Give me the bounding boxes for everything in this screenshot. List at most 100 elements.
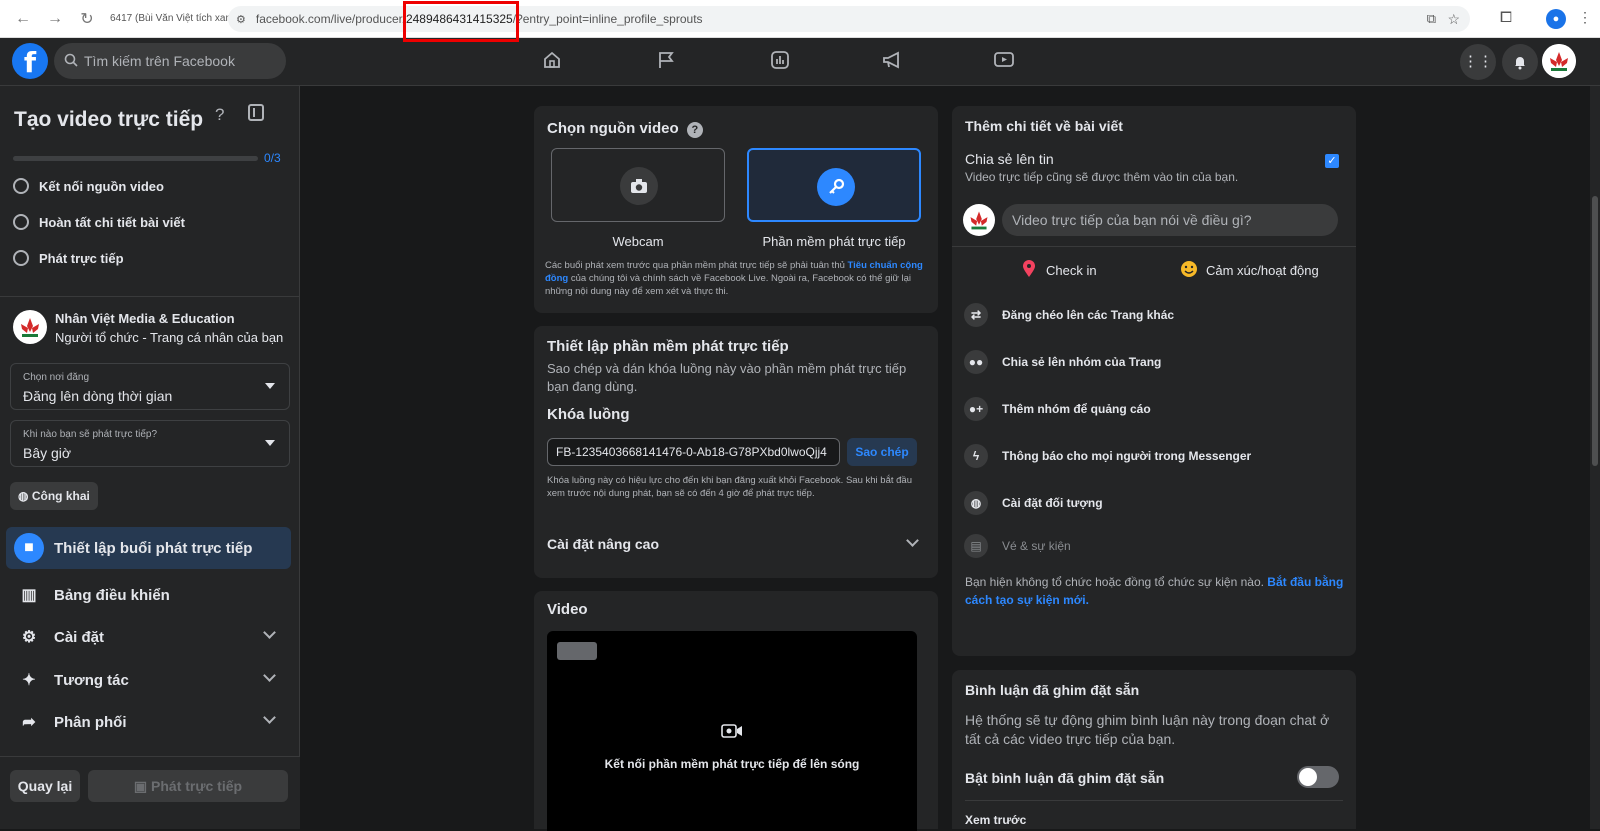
caret-down-icon	[265, 383, 275, 389]
menu-dashboard[interactable]: ▥ Bảng điều khiển	[0, 574, 290, 616]
step-radio-icon	[13, 178, 29, 194]
video-preview: Kết nối phần mềm phát trực tiếp để lên s…	[547, 631, 917, 831]
browser-toolbar: ← → ↻ 6417 (Bùi Văn Việt tích xanh) ⚙ fa…	[0, 0, 1600, 38]
select-label: Chọn nơi đăng	[23, 372, 90, 383]
share-story-checkbox[interactable]: ✓	[1325, 154, 1339, 168]
sparkle-icon: ✦	[22, 672, 36, 689]
divider	[965, 800, 1343, 801]
toggle-knob	[1299, 768, 1317, 786]
stream-setup-card: Thiết lập phần mềm phát trực tiếp Sao ch…	[534, 326, 938, 578]
camera-icon	[620, 167, 658, 205]
share-arrow-icon: ➦	[22, 714, 36, 731]
back-arrow-icon[interactable]: ←	[14, 10, 32, 28]
location-pin-icon	[1022, 260, 1036, 281]
ticket-icon: ▤	[964, 534, 988, 558]
post-details-card: Thêm chi tiết về bài viết Chia sẻ lên ti…	[952, 106, 1356, 656]
video-camera-icon: ▣	[133, 778, 148, 794]
select-value: Bây giờ	[23, 445, 72, 461]
group-icon: ●●	[964, 350, 988, 374]
step-go-live: Phát trực tiếp	[13, 250, 124, 266]
search-input[interactable]	[84, 53, 274, 69]
facebook-topbar: f ⋮⋮	[0, 38, 1600, 86]
chevron-down-icon	[263, 711, 276, 724]
pinned-comment-toggle[interactable]	[1297, 766, 1339, 788]
sidebar-footer: Quay lại ▣ Phát trực tiếp	[0, 756, 300, 829]
post-location-select[interactable]: Chọn nơi đăng Đăng lên dòng thời gian	[10, 363, 290, 410]
dashboard-icon: ▥	[21, 587, 37, 604]
card-title: Video	[547, 601, 588, 618]
video-play-icon[interactable]	[992, 50, 1016, 75]
video-camera-icon: ■	[14, 533, 44, 563]
menu-settings[interactable]: ⚙ Cài đặt	[0, 616, 290, 658]
browser-menu-icon[interactable]: ⋮	[1578, 9, 1592, 26]
go-live-button[interactable]: ▣ Phát trực tiếp	[88, 770, 288, 802]
extensions-icon[interactable]: ⧠	[1500, 9, 1512, 26]
select-label: Khi nào bạn sẽ phát trực tiếp?	[23, 429, 158, 440]
collapse-panel-icon[interactable]	[248, 104, 264, 121]
stream-key-label: Khóa luồng	[547, 406, 630, 423]
go-live-time-select[interactable]: Khi nào bạn sẽ phát trực tiếp? Bây giờ	[10, 420, 290, 467]
option-crosspost[interactable]: ⇄ Đăng chéo lên các Trang khác	[964, 303, 1174, 327]
card-title: Thiết lập phần mềm phát trực tiếp	[547, 338, 789, 355]
organizer-role: Người tổ chức - Trang cá nhân của bạn	[55, 330, 284, 345]
globe-icon: ◍	[964, 491, 988, 515]
menu-interactions[interactable]: ✦ Tương tác	[0, 659, 290, 701]
feeling-activity-button[interactable]: Cảm xúc/hoạt động	[1180, 260, 1319, 281]
option-add-promo-group[interactable]: ●+ Thêm nhóm để quảng cáo	[964, 397, 1151, 421]
site-settings-icon[interactable]: ⚙	[236, 13, 246, 26]
facebook-logo[interactable]: f	[12, 43, 48, 79]
flag-icon[interactable]	[654, 50, 678, 75]
insights-icon[interactable]	[768, 50, 792, 75]
divider	[0, 296, 300, 297]
grid-menu-icon[interactable]: ⋮⋮	[1460, 44, 1496, 80]
menu-setup-live[interactable]: ■ Thiết lập buổi phát trực tiếp	[6, 527, 291, 569]
privacy-button[interactable]: ◍ Công khai	[10, 482, 98, 510]
post-description-input[interactable]	[1002, 204, 1338, 236]
search-box[interactable]	[54, 43, 286, 79]
back-button[interactable]: Quay lại	[10, 770, 80, 802]
chevron-down-icon[interactable]	[906, 534, 919, 547]
copy-key-button[interactable]: Sao chép	[847, 438, 917, 466]
card-title: Bình luận đã ghim đặt sẵn	[965, 682, 1140, 698]
page-scrollbar[interactable]	[1590, 86, 1600, 829]
scrollbar-thumb[interactable]	[1592, 196, 1598, 466]
caret-down-icon	[265, 440, 275, 446]
profile-avatar[interactable]	[1542, 44, 1576, 78]
video-connect-message: Kết nối phần mềm phát trực tiếp để lên s…	[604, 757, 860, 771]
checkin-button[interactable]: Check in	[1022, 260, 1097, 281]
video-preview-card: Video Kết nối phần mềm phát trực tiếp để…	[534, 591, 938, 831]
stream-key-input[interactable]	[547, 438, 840, 466]
page-avatar	[963, 204, 995, 236]
help-circle-icon[interactable]: ?	[686, 122, 703, 138]
source-software-option[interactable]	[747, 148, 921, 222]
software-label: Phần mềm phát trực tiếp	[762, 234, 906, 249]
reload-icon[interactable]: ↻	[78, 9, 96, 29]
megaphone-icon[interactable]	[880, 50, 904, 75]
option-messenger-notify[interactable]: ϟ Thông báo cho mọi người trong Messenger	[964, 444, 1251, 468]
chevron-down-icon	[263, 626, 276, 639]
bookmark-star-icon[interactable]: ☆	[1447, 11, 1460, 28]
source-webcam-option[interactable]	[551, 148, 725, 222]
menu-distribution[interactable]: ➦ Phân phối	[0, 701, 290, 743]
advanced-settings-toggle[interactable]: Cài đặt nâng cao	[547, 536, 659, 552]
live-producer-sidebar: Tạo video trực tiếp ? 0/3 Kết nối nguồn …	[0, 86, 300, 829]
browser-profile-icon[interactable]: ●	[1546, 9, 1566, 29]
organizer-avatar	[13, 310, 47, 344]
organizer-info: Nhân Việt Media & Education Người tổ chứ…	[13, 310, 283, 345]
smiley-icon	[1180, 260, 1198, 281]
video-status-tag	[557, 642, 597, 660]
option-audience-settings[interactable]: ◍ Cài đặt đối tượng	[964, 491, 1103, 515]
search-icon	[64, 53, 78, 70]
url-highlight-box	[403, 1, 519, 42]
tab-title[interactable]: 6417 (Bùi Văn Việt tích xanh)	[110, 13, 240, 24]
home-icon[interactable]	[540, 50, 564, 75]
option-share-groups[interactable]: ●● Chia sẻ lên nhóm của Trang	[964, 350, 1161, 374]
progress-count: 0/3	[264, 151, 281, 165]
forward-arrow-icon[interactable]: →	[46, 10, 64, 28]
help-icon[interactable]: ?	[215, 105, 224, 125]
page-title: Tạo video trực tiếp	[14, 108, 204, 131]
notifications-bell-icon[interactable]	[1502, 44, 1538, 80]
install-icon[interactable]: ⧉	[1427, 11, 1436, 27]
stream-key-note: Khóa luồng này có hiệu lực cho đến khi b…	[547, 475, 912, 499]
share-to-story-label: Chia sẻ lên tin	[965, 151, 1054, 167]
